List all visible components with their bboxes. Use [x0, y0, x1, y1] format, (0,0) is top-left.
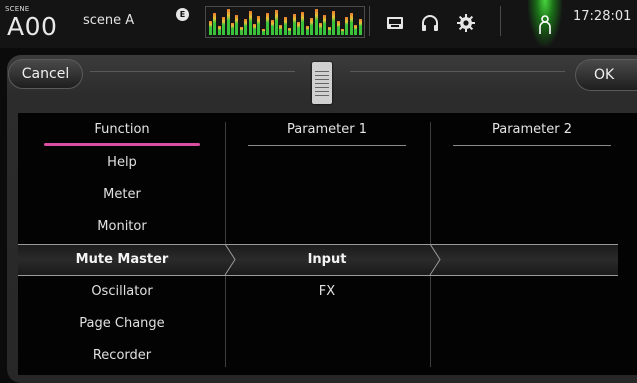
- meter-bar: [314, 9, 318, 35]
- meter-bar: [231, 23, 234, 35]
- function-header-underline: [44, 143, 200, 146]
- meter-bar: [239, 27, 243, 35]
- headphones-icon[interactable]: [419, 12, 441, 34]
- function-item-mute-master[interactable]: Mute Master: [44, 249, 200, 271]
- user-icon[interactable]: [534, 14, 556, 36]
- level-meters[interactable]: [205, 6, 365, 38]
- meter-bar: [253, 24, 256, 35]
- function-column-header: Function: [94, 122, 150, 137]
- meter-bar: [341, 29, 344, 35]
- meter-bar: [226, 9, 230, 35]
- edit-badge: E: [176, 8, 189, 21]
- chevron-right-icon: [429, 244, 441, 275]
- chevron-right-icon: [224, 244, 236, 275]
- meter-bar: [332, 11, 336, 35]
- function-item-page-change[interactable]: Page Change: [44, 313, 200, 335]
- selected-row-bottom-line: [18, 275, 618, 276]
- meter-bar: [270, 20, 274, 35]
- function-item-meter[interactable]: Meter: [44, 184, 200, 206]
- function-item-oscillator[interactable]: Oscillator: [44, 281, 200, 303]
- function-item-recorder[interactable]: Recorder: [44, 345, 200, 367]
- settings-gear-icon[interactable]: [455, 12, 477, 34]
- parameter2-column-header: Parameter 2: [491, 122, 573, 137]
- meter-bar: [266, 13, 270, 35]
- meter-bar: [222, 17, 226, 35]
- recorder-icon[interactable]: [384, 12, 406, 34]
- scene-name[interactable]: scene A: [83, 13, 134, 28]
- header-rule: [350, 71, 565, 72]
- function-item-monitor[interactable]: Monitor: [44, 216, 200, 238]
- parameter1-item-input[interactable]: Input: [248, 249, 406, 271]
- meter-bar: [235, 15, 239, 35]
- meter-bar: [209, 21, 212, 35]
- meter-bar: [283, 17, 287, 35]
- meter-bar: [327, 27, 331, 35]
- meter-bar: [310, 18, 314, 35]
- meter-bar: [275, 10, 278, 35]
- header-rule: [90, 71, 295, 72]
- scene-number[interactable]: A00: [7, 11, 57, 43]
- meter-bar: [257, 16, 261, 35]
- meter-bar: [244, 19, 248, 35]
- meter-bar: [301, 12, 305, 35]
- parameter1-item-fx[interactable]: FX: [248, 281, 406, 303]
- parameter2-header-underline: [453, 145, 611, 146]
- divider: [500, 6, 501, 36]
- meter-bar: [279, 25, 283, 35]
- meter-bar: [305, 26, 309, 35]
- parameter1-header-underline: [248, 145, 406, 146]
- parameter1-column-header: Parameter 1: [286, 122, 368, 137]
- meter-bar: [297, 22, 300, 35]
- meter-bar: [345, 17, 349, 35]
- meter-bar: [292, 14, 296, 35]
- function-item-help[interactable]: Help: [44, 152, 200, 174]
- meter-bar: [248, 11, 252, 35]
- dialog-handle[interactable]: [312, 62, 332, 104]
- cancel-button[interactable]: Cancel: [8, 59, 83, 89]
- meter-bar: [217, 26, 221, 35]
- selected-row-top-line: [18, 244, 618, 245]
- meter-bar: [354, 25, 358, 35]
- meter-bar: [349, 13, 353, 35]
- meter-bar: [213, 13, 217, 35]
- divider: [369, 6, 370, 36]
- status-bar: SCENE A00 scene A E 17:28:01: [0, 0, 637, 48]
- meter-bar: [319, 23, 322, 35]
- meter-bar: [288, 28, 292, 35]
- meter-bar: [261, 29, 265, 35]
- meter-bar: [323, 15, 327, 35]
- clock: 17:28:01: [573, 9, 632, 24]
- meter-bar: [336, 21, 340, 35]
- meter-bar: [358, 19, 362, 35]
- ok-button[interactable]: OK: [575, 59, 637, 91]
